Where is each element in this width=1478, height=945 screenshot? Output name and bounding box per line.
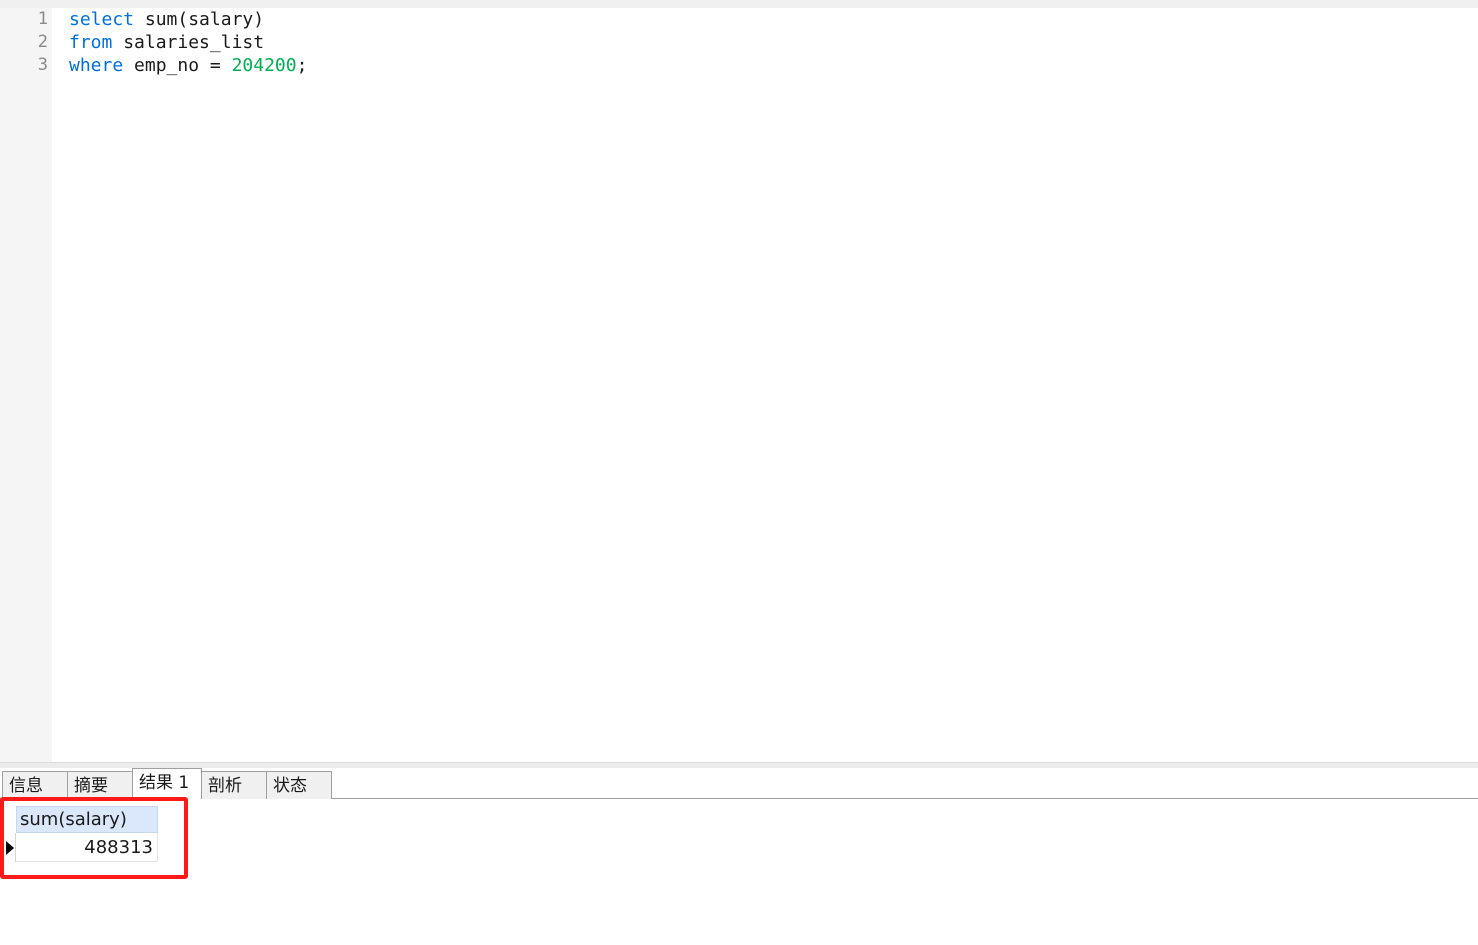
row-selector[interactable] xyxy=(4,833,16,862)
sql-keyword: from xyxy=(69,32,113,53)
result-panel: sum(salary) 488313 xyxy=(0,799,1478,945)
tab-info[interactable]: 信息 xyxy=(2,771,68,799)
code-text: sum(salary) xyxy=(134,9,265,30)
row-pointer-icon xyxy=(6,841,14,855)
sql-keyword: where xyxy=(69,55,124,76)
line-number: 2 xyxy=(37,32,48,52)
code-text: emp_no = xyxy=(123,55,232,76)
tab-status[interactable]: 状态 xyxy=(266,771,332,799)
code-text: ; xyxy=(296,55,308,76)
tab-profile[interactable]: 剖析 xyxy=(201,771,267,799)
code-line-2[interactable]: from salaries_list xyxy=(69,31,264,54)
sql-editor[interactable]: 1 2 3 select sum(salary) from salaries_l… xyxy=(0,8,1478,762)
code-line-3[interactable]: where emp_no = 204200; xyxy=(69,54,307,77)
line-number-gutter: 1 2 3 xyxy=(0,8,52,762)
result-cell[interactable]: 488313 xyxy=(16,833,158,862)
sql-query-window: 1 2 3 select sum(salary) from salaries_l… xyxy=(0,0,1478,945)
tab-summary[interactable]: 摘要 xyxy=(67,771,133,799)
column-header-sum-salary[interactable]: sum(salary) xyxy=(16,806,158,833)
tab-result-1[interactable]: 结果 1 xyxy=(132,768,202,799)
result-tabs: 信息 摘要 结果 1 剖析 状态 xyxy=(2,768,332,799)
code-line-1[interactable]: select sum(salary) xyxy=(69,8,264,31)
line-number: 1 xyxy=(37,9,48,29)
sql-keyword: select xyxy=(69,9,135,30)
top-strip xyxy=(0,0,1478,8)
panel-splitter[interactable] xyxy=(0,762,1478,768)
code-text: salaries_list xyxy=(112,32,265,53)
sql-number-literal: 204200 xyxy=(231,55,297,76)
line-number: 3 xyxy=(37,55,48,75)
